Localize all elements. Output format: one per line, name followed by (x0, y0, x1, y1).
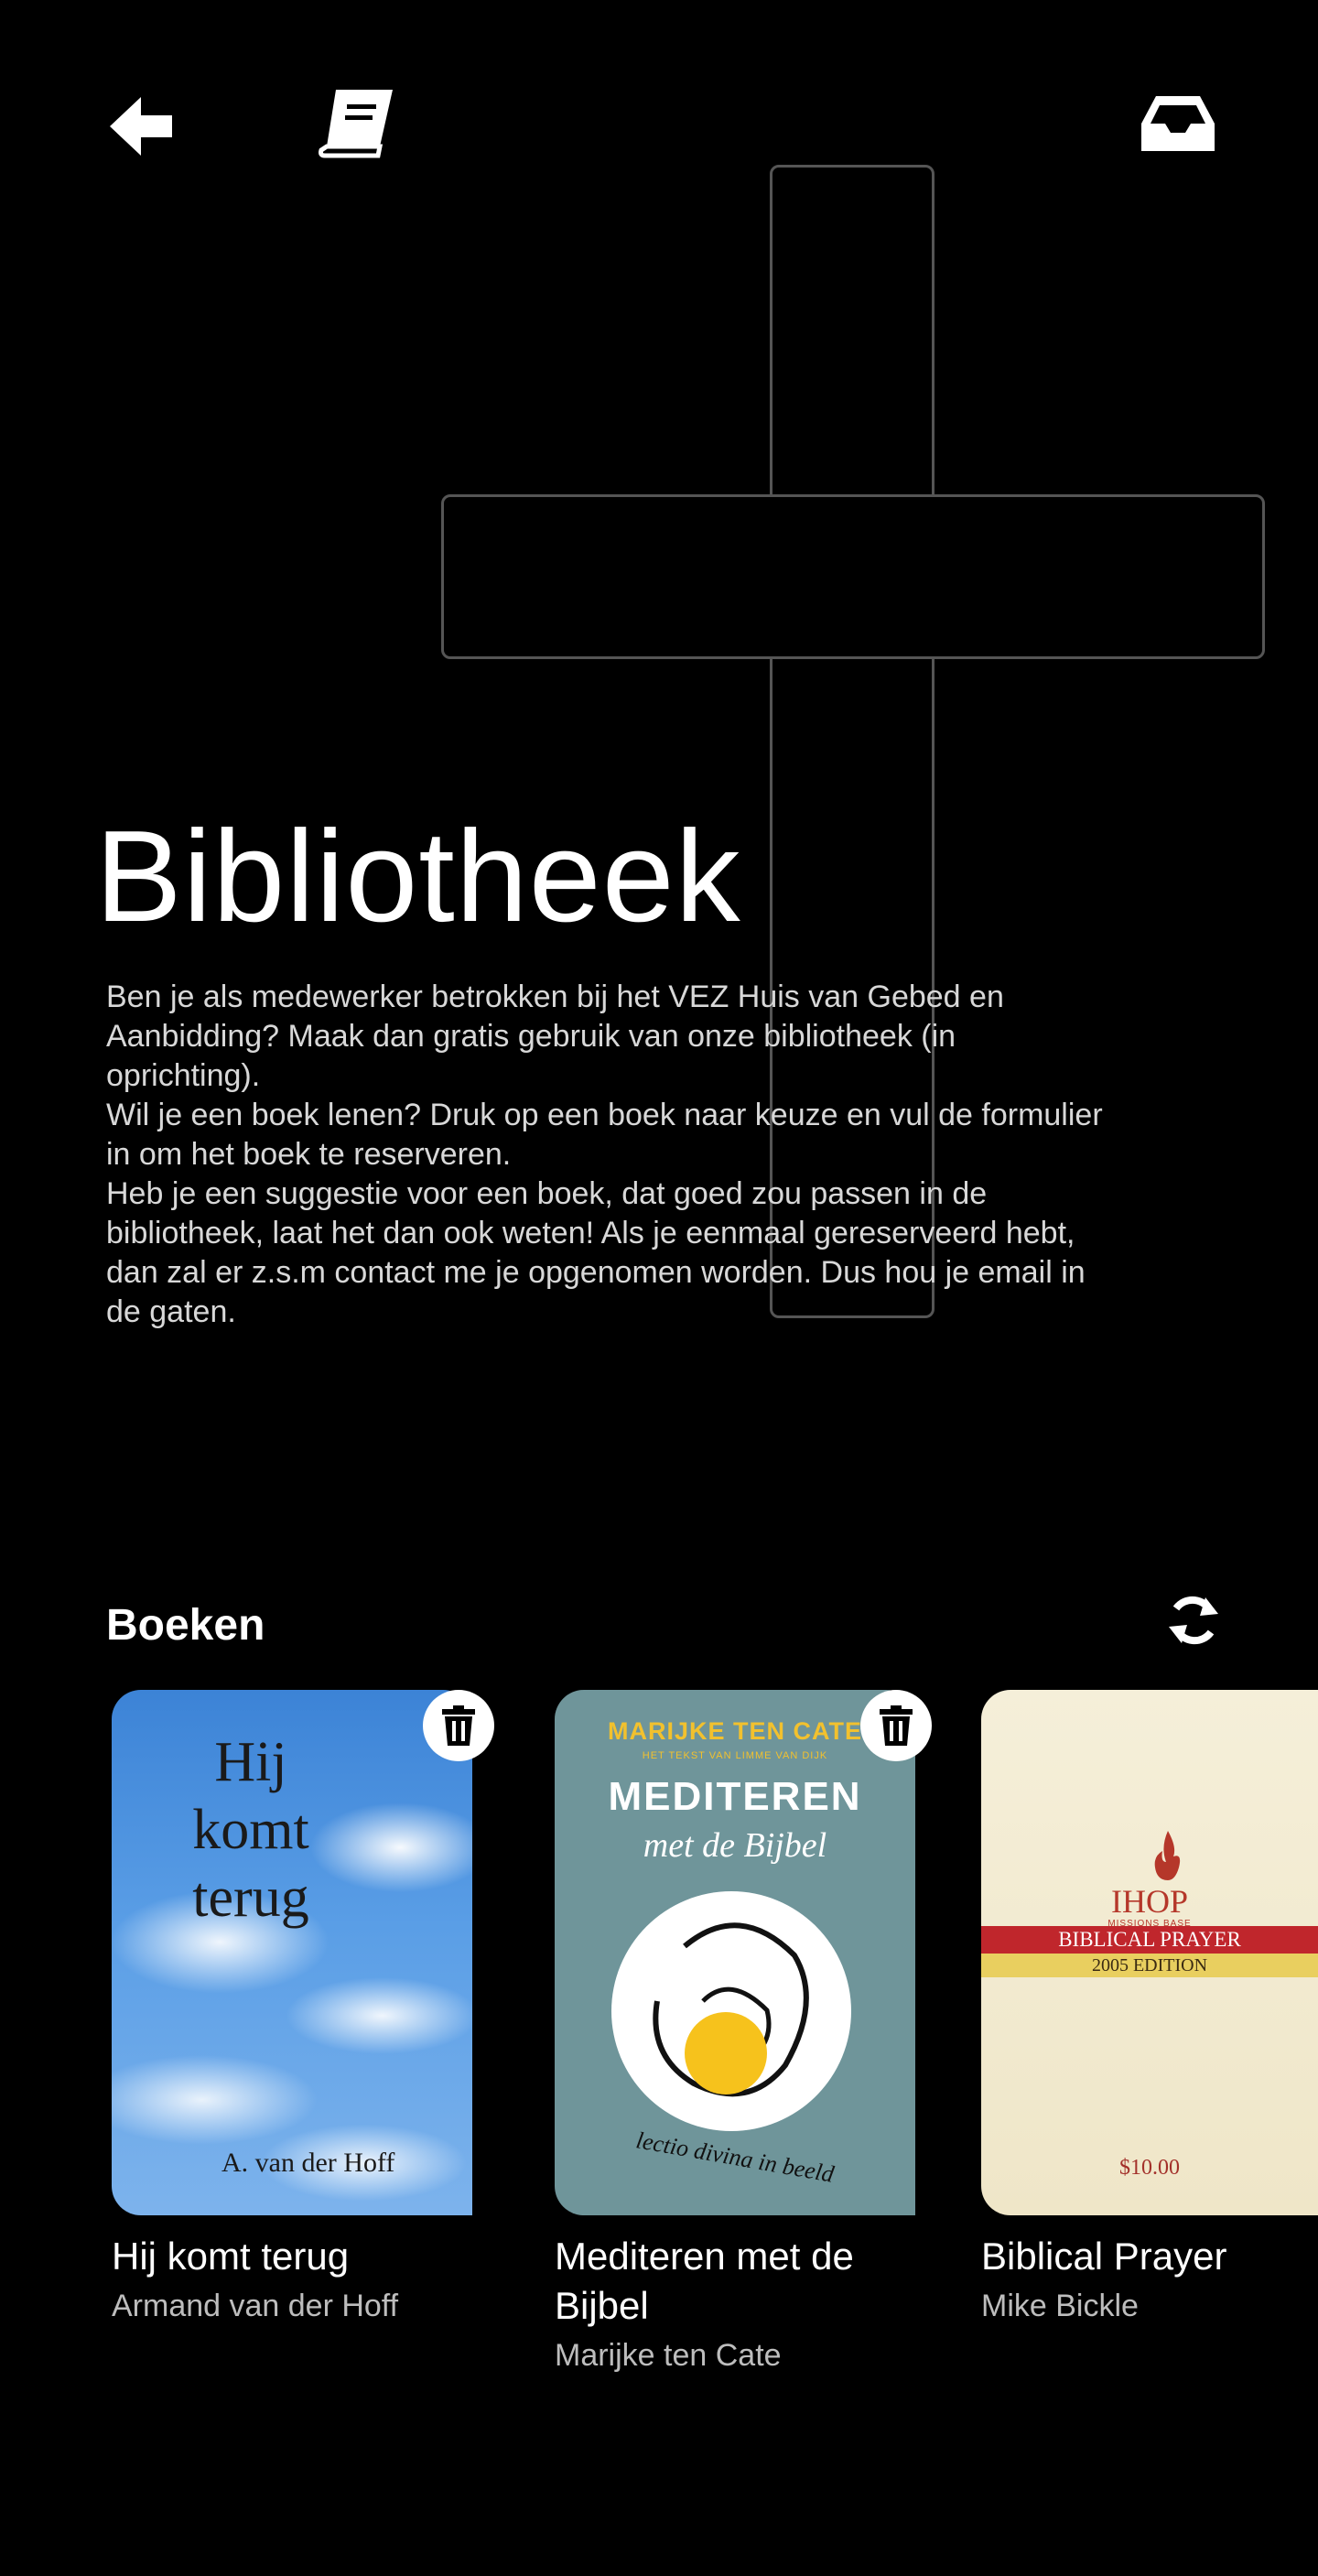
book-author: Mike Bickle (981, 2289, 1139, 2323)
cover-subtitle: HET TEKST VAN LIMME VAN DIJK (642, 1750, 828, 1761)
cover-edition: 2005 EDITION (981, 1954, 1318, 1977)
cover-title-script: met de Bijbel (643, 1826, 827, 1865)
page-title: Bibliotheek (95, 804, 741, 949)
back-arrow-icon[interactable] (103, 88, 179, 165)
cover-title: Hij komt terug (192, 1731, 309, 1929)
book-cover[interactable]: MARIJKE TEN CATE HET TEKST VAN LIMME VAN… (555, 1690, 915, 2215)
cover-brand: IHOP (1110, 1883, 1188, 1920)
cover-illustration (611, 1891, 851, 2131)
book-card[interactable]: IHOP MISSIONS BASE BIBLICAL PRAYER 2005 … (981, 1690, 1318, 2325)
section-title-books: Boeken (106, 1601, 265, 1650)
delete-trash-icon[interactable] (423, 1690, 494, 1761)
book-cover[interactable]: Hij komt terug A. van der Hoff (112, 1690, 472, 2215)
intro-paragraph: Ben je als medewerker betrokken bij het … (106, 980, 1004, 1093)
refresh-icon[interactable] (1162, 1589, 1225, 1651)
intro-text: Ben je als medewerker betrokken bij het … (106, 978, 1113, 1332)
book-card[interactable]: Hij komt terug A. van der Hoff Hij komt … (112, 1690, 494, 2325)
cover-title: BIBLICAL PRAYER (981, 1926, 1318, 1954)
book-card[interactable]: MARIJKE TEN CATE HET TEKST VAN LIMME VAN… (555, 1690, 932, 2375)
intro-paragraph: Heb je een suggestie voor een boek, dat … (106, 1176, 1086, 1329)
cover-title: MEDITEREN (608, 1774, 862, 1819)
cross-decoration-horizontal (441, 494, 1265, 659)
intro-paragraph: Wil je een boek lenen? Druk op een boek … (106, 1098, 1103, 1172)
book-cover[interactable]: IHOP MISSIONS BASE BIBLICAL PRAYER 2005 … (981, 1690, 1318, 2215)
book-title: Mediteren met de Bijbel (555, 2235, 854, 2327)
book-icon[interactable] (311, 84, 403, 163)
delete-trash-icon[interactable] (860, 1690, 932, 1761)
cover-price: $10.00 (1119, 2156, 1180, 2180)
flame-icon (1150, 1831, 1186, 1880)
inbox-icon[interactable] (1139, 88, 1217, 159)
book-title: Biblical Prayer (981, 2235, 1227, 2278)
book-author: Armand van der Hoff (112, 2289, 399, 2323)
book-title: Hij komt terug (112, 2235, 350, 2278)
book-author: Marijke ten Cate (555, 2338, 782, 2373)
cover-sun-shape (685, 2012, 767, 2094)
cover-author: A. van der Hoff (221, 2148, 395, 2178)
